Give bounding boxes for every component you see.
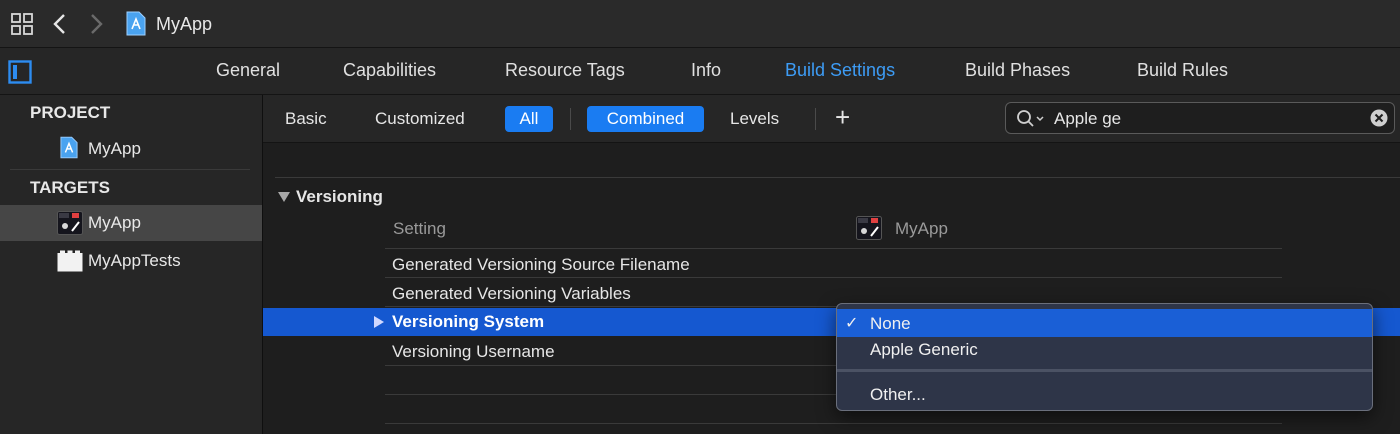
divider: [385, 277, 1282, 278]
divider: [10, 169, 250, 170]
sidebar-item-target-myapp[interactable]: MyApp: [0, 205, 262, 241]
menu-item-other[interactable]: Other...: [837, 380, 1372, 408]
tab-info[interactable]: Info: [691, 60, 721, 81]
setting-row-label: Versioning System: [392, 312, 545, 331]
menu-item-label: Apple Generic: [870, 340, 978, 359]
menu-item-label: Other...: [870, 385, 926, 404]
forward-chevron-icon[interactable]: [88, 13, 104, 40]
project-file-icon: [126, 11, 146, 41]
separator: [570, 108, 571, 130]
app-target-icon: [856, 216, 882, 245]
setting-row-label[interactable]: Generated Versioning Source Filename: [392, 255, 690, 275]
search-field[interactable]: [1005, 102, 1395, 134]
targets-header: TARGETS: [30, 178, 110, 197]
filter-bar: Basic Customized All Combined Levels +: [263, 95, 1400, 143]
project-file-icon: [60, 136, 78, 164]
column-header-target: MyApp: [895, 219, 948, 238]
title-bar: MyApp: [0, 0, 1400, 48]
tab-general[interactable]: General: [216, 60, 280, 81]
separator: [815, 108, 816, 130]
clear-search-icon[interactable]: [1370, 109, 1388, 132]
filter-basic-button[interactable]: Basic: [285, 106, 327, 132]
divider: [275, 177, 1400, 178]
setting-row-label[interactable]: Versioning Username: [392, 342, 555, 362]
filter-all-button[interactable]: All: [505, 106, 553, 132]
view-levels-button[interactable]: Levels: [730, 106, 779, 132]
sidebar-item-label: MyAppTests: [88, 251, 181, 270]
project-header: PROJECT: [30, 103, 111, 122]
add-setting-button[interactable]: +: [835, 104, 850, 130]
divider: [385, 248, 1282, 249]
menu-item-apple-generic[interactable]: Apple Generic: [837, 335, 1372, 363]
project-navigator: PROJECT MyApp TARGETS MyApp MyAppTests: [0, 95, 263, 434]
disclosure-triangle-collapsed-icon[interactable]: [373, 315, 385, 334]
grid-icon[interactable]: [11, 13, 33, 40]
tab-capabilities[interactable]: Capabilities: [343, 60, 436, 81]
sidebar-item-label: MyApp: [88, 213, 141, 232]
tab-build-phases[interactable]: Build Phases: [965, 60, 1070, 81]
view-combined-button[interactable]: Combined: [587, 106, 704, 132]
checkmark-icon: ✓: [845, 315, 859, 332]
sidebar-toggle-icon[interactable]: [8, 60, 32, 89]
tab-build-settings[interactable]: Build Settings: [785, 60, 895, 81]
sidebar-item-target-myapptests[interactable]: MyAppTests: [0, 243, 262, 279]
sidebar-item-project-myapp[interactable]: MyApp: [0, 131, 262, 167]
app-target-icon: [57, 211, 83, 240]
setting-row-label[interactable]: Generated Versioning Variables: [392, 284, 631, 304]
search-input[interactable]: [1054, 109, 1354, 129]
test-bundle-icon: [57, 250, 83, 277]
tab-build-rules[interactable]: Build Rules: [1137, 60, 1228, 81]
app-title: MyApp: [156, 14, 213, 34]
column-header-setting: Setting: [393, 219, 446, 238]
sidebar-item-label: MyApp: [88, 139, 141, 158]
back-chevron-icon[interactable]: [52, 13, 68, 40]
section-title-versioning: Versioning: [296, 187, 383, 206]
menu-item-none[interactable]: ✓ None: [837, 309, 1372, 337]
tab-resource-tags[interactable]: Resource Tags: [505, 60, 625, 81]
editor-tab-bar: General Capabilities Resource Tags Info …: [0, 48, 1400, 95]
divider: [385, 423, 1282, 424]
menu-item-label: None: [870, 314, 911, 333]
search-icon[interactable]: [1016, 109, 1046, 134]
versioning-system-popup-menu: ✓ None Apple Generic Other...: [836, 303, 1373, 411]
disclosure-triangle-expanded-icon[interactable]: [277, 190, 291, 208]
filter-customized-button[interactable]: Customized: [375, 106, 465, 132]
menu-separator: [837, 369, 1372, 372]
